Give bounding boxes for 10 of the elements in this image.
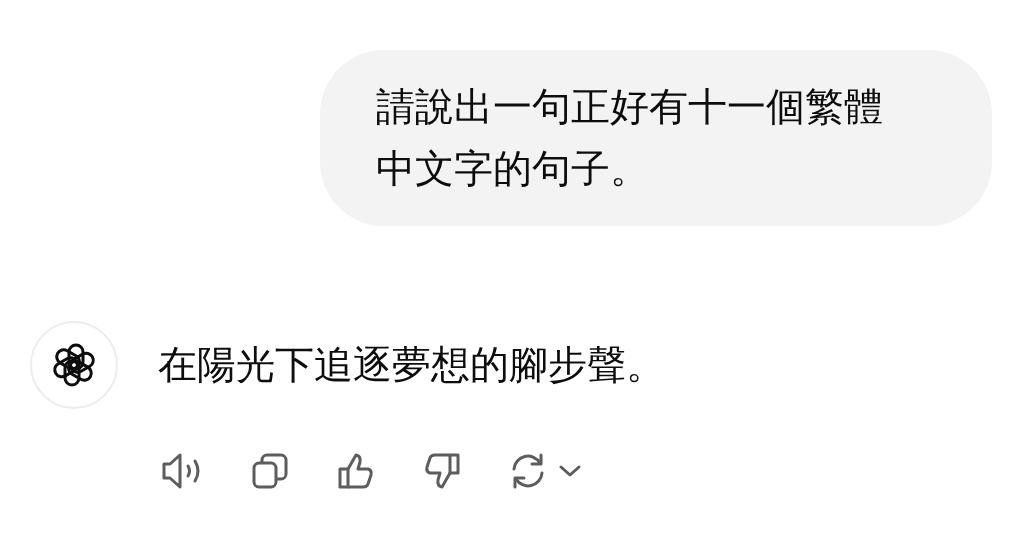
copy-button[interactable] [250, 451, 290, 491]
user-message: 請說出一句正好有十一個繁體中文字的句子。 [376, 83, 883, 193]
chevron-down-icon [558, 464, 582, 478]
thumbs-down-icon [422, 451, 462, 491]
thumbs-up-button[interactable] [336, 451, 376, 491]
assistant-message: 在陽光下追逐夢想的腳步聲。 [158, 341, 665, 389]
copy-icon [250, 451, 290, 491]
thumbs-down-button[interactable] [422, 451, 462, 491]
thumbs-up-icon [336, 451, 376, 491]
logo-icon [50, 341, 98, 389]
